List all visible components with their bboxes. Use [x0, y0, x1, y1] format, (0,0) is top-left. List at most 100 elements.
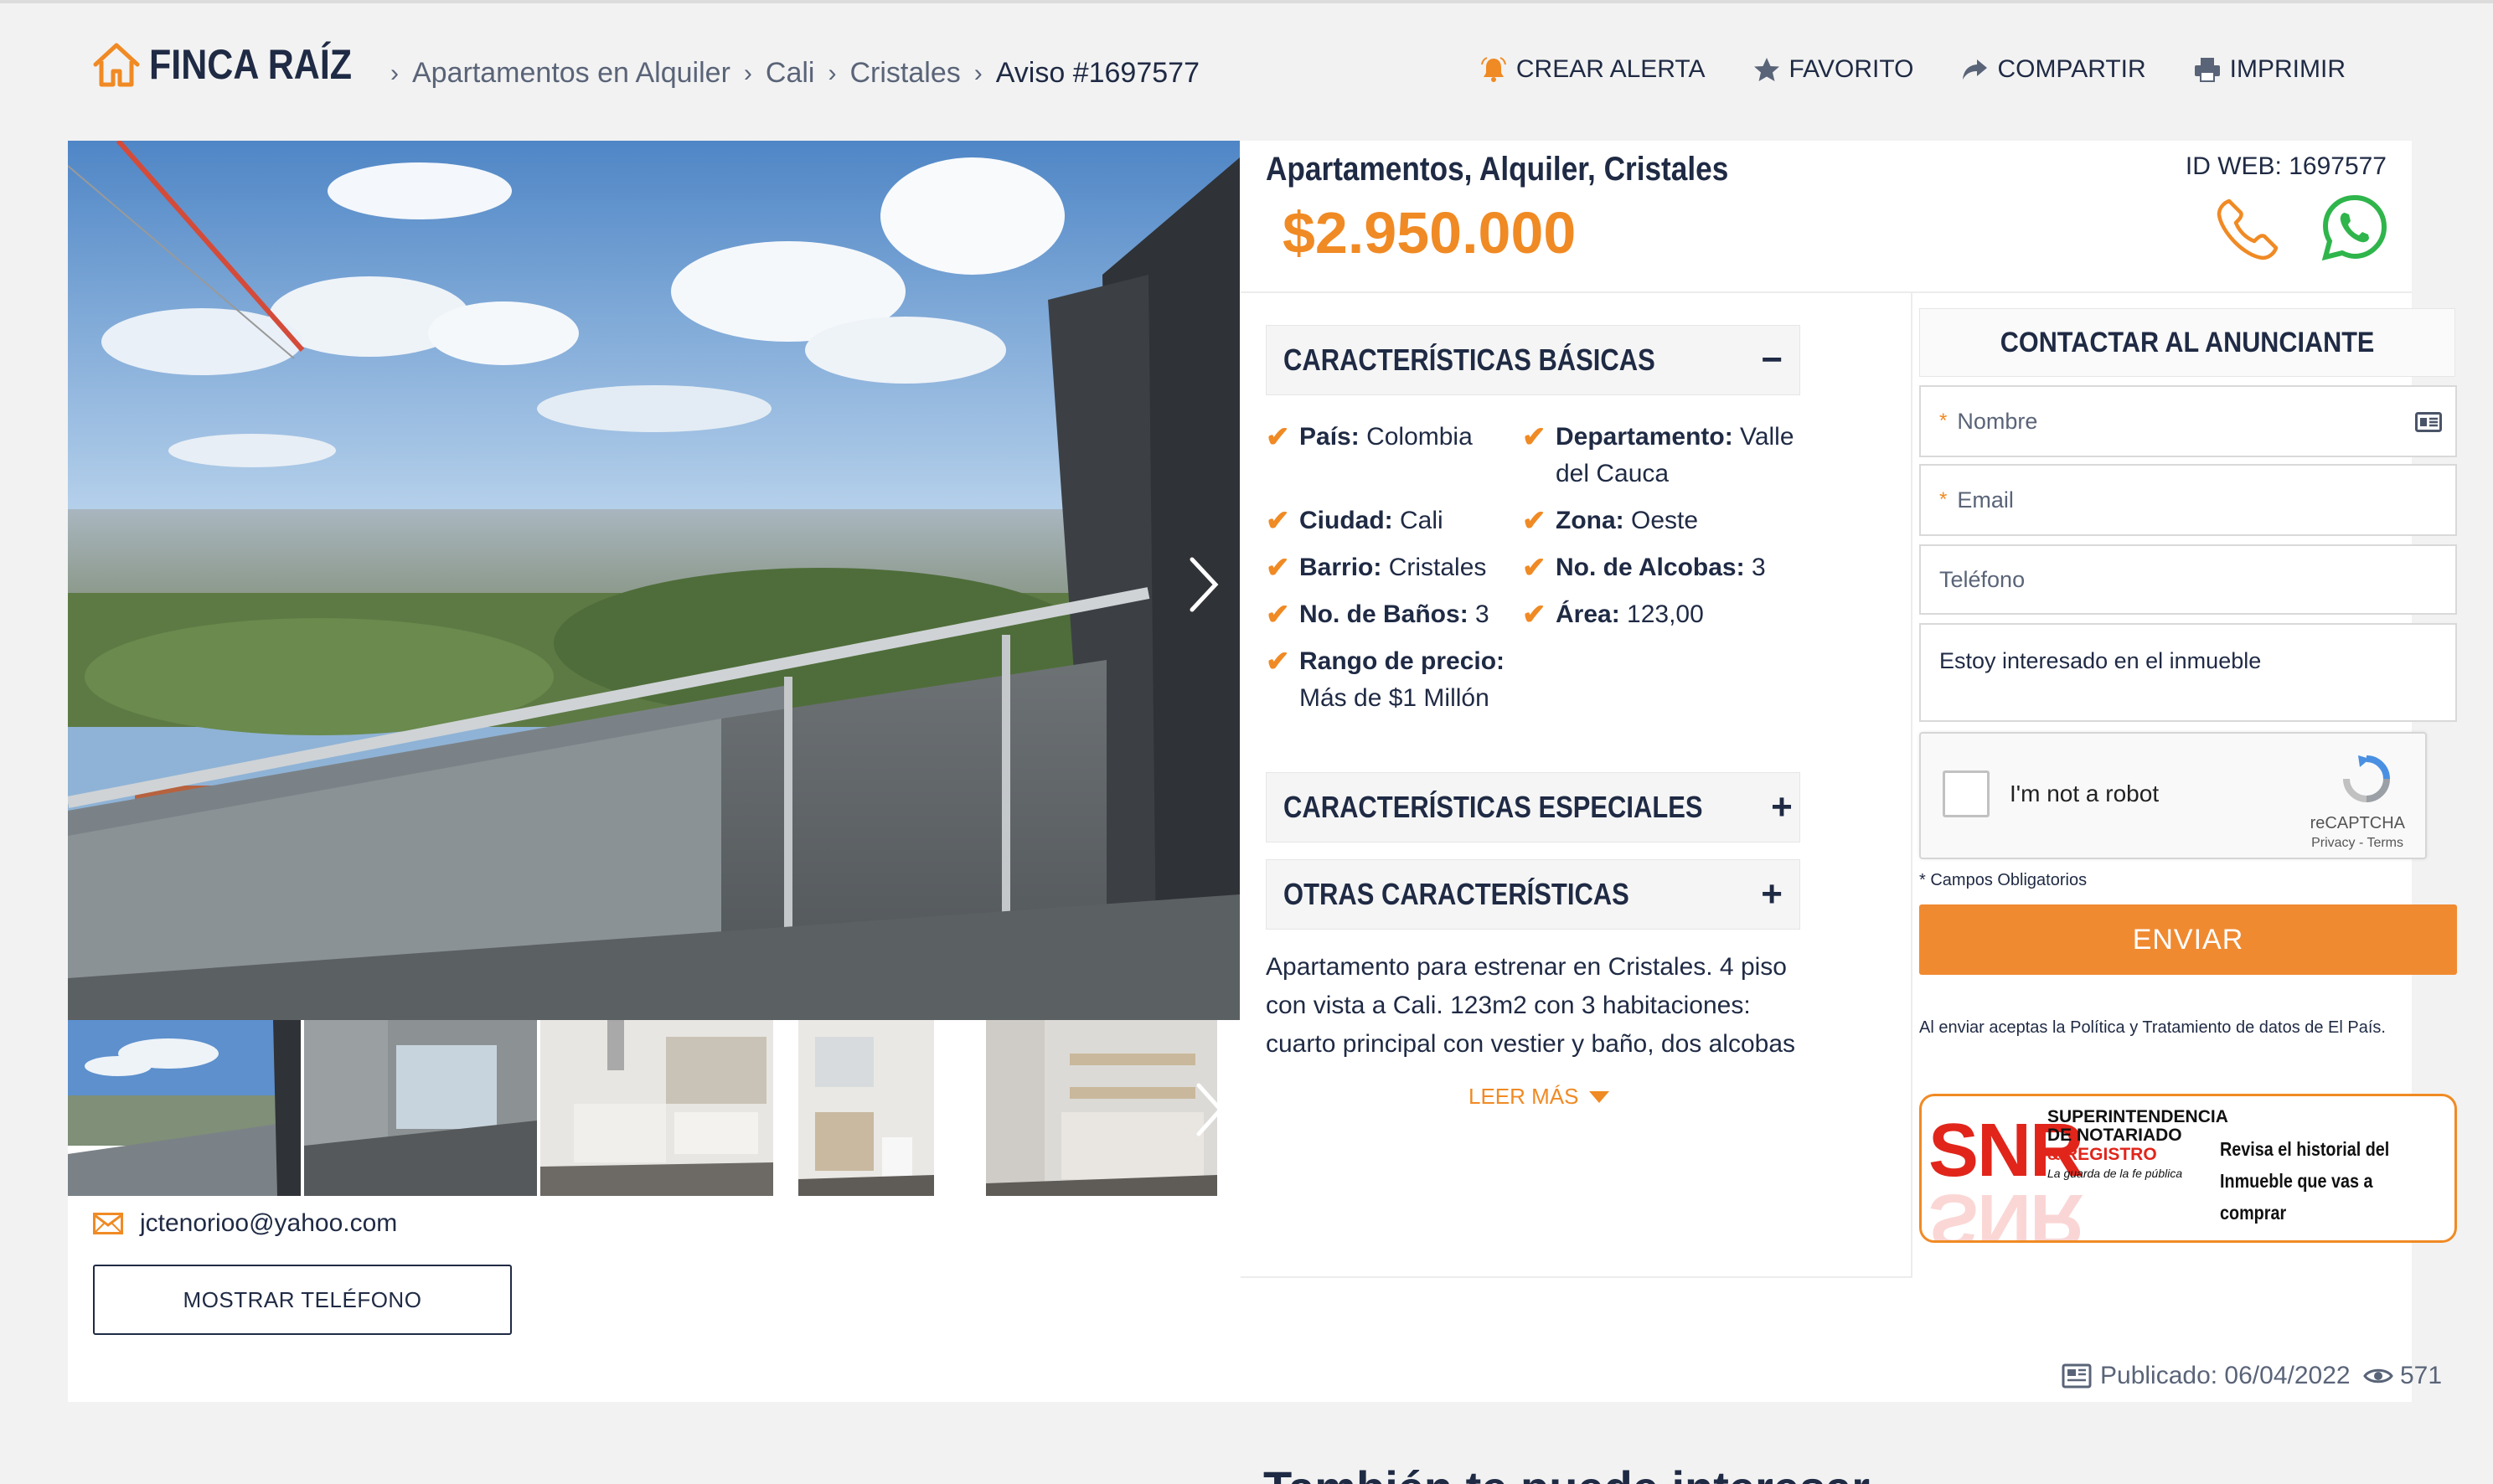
breadcrumb-apartamentos[interactable]: Apartamentos en Alquiler: [412, 57, 730, 90]
print-button[interactable]: IMPRIMIR: [2193, 55, 2346, 84]
share-button[interactable]: COMPARTIR: [1960, 55, 2146, 84]
feature-label: País:: [1299, 423, 1360, 451]
balcony-view-image: [68, 141, 1240, 1020]
feature-label: Rango de precio:: [1299, 647, 1505, 675]
related-heading: También te puede interesar: [1263, 1461, 1870, 1484]
recaptcha-checkbox[interactable]: [1943, 770, 1990, 817]
feature-value: Cali: [1400, 507, 1443, 534]
main-photo[interactable]: [68, 141, 1240, 1020]
thumbnail-1[interactable]: [68, 1020, 301, 1196]
description-text: Apartamento para estrenar en Cristales. …: [1266, 953, 1796, 1058]
phone-placeholder: Teléfono: [1939, 566, 2026, 592]
eye-icon: [2363, 1368, 2393, 1384]
breadcrumb-separator: ›: [828, 59, 837, 87]
message-text: Estoy interesado en el inmueble: [1939, 648, 2262, 673]
newspaper-icon: [2062, 1363, 2092, 1389]
feature-barrio: ✔ Barrio: Cristales: [1266, 549, 1517, 586]
view-count: 571: [2363, 1362, 2442, 1390]
read-more-link[interactable]: LEER MÁS: [1468, 1084, 1609, 1110]
message-textarea[interactable]: Estoy interesado en el inmueble: [1919, 623, 2457, 722]
top-border: [0, 0, 2493, 3]
thumbnail-5[interactable]: [986, 1020, 1217, 1196]
thumbnail-image: [304, 1020, 537, 1196]
name-field[interactable]: * Nombre: [1919, 385, 2457, 457]
thumbnail-image: [68, 1020, 301, 1196]
breadcrumb-current: Aviso #1697577: [995, 57, 1200, 89]
check-icon: ✔: [1266, 646, 1290, 678]
whatsapp-icon[interactable]: [2320, 193, 2390, 263]
feature-value: 123,00: [1627, 600, 1704, 628]
snr-tagline: La guarda de la fe pública: [2047, 1167, 2183, 1180]
required-note: * Campos Obligatorios: [1919, 871, 2088, 889]
snr-side-text: Revisa el historial del Inmueble que vas…: [2220, 1133, 2422, 1229]
check-icon: ✔: [1522, 421, 1546, 453]
house-icon: [93, 43, 140, 87]
thumbnail-4[interactable]: [798, 1020, 934, 1196]
snr-side-line-2: Inmueble que vas a comprar: [2220, 1170, 2373, 1224]
snr-title: SUPERINTENDENCIA DE NOTARIADO: [2047, 1108, 2228, 1145]
feature-label: Zona:: [1556, 507, 1624, 534]
phone-icon[interactable]: [2212, 194, 2283, 265]
accordion-basic[interactable]: CARACTERÍSTICAS BÁSICAS −: [1266, 325, 1800, 395]
thumbnail-3[interactable]: [540, 1020, 773, 1196]
listing-title: Apartamentos, Alquiler, Cristales: [1266, 151, 1729, 188]
share-label: COMPARTIR: [1997, 55, 2146, 83]
feature-ciudad: ✔ Ciudad: Cali: [1266, 502, 1517, 539]
thumbnail-image: [986, 1020, 1217, 1196]
feature-label: Barrio:: [1299, 554, 1382, 581]
check-icon: ✔: [1266, 599, 1290, 631]
share-arrow-icon: [1963, 59, 1988, 80]
feature-rango-precio: ✔ Rango de precio: Más de $1 Millón: [1266, 643, 1517, 717]
accordion-title: OTRAS CARACTERÍSTICAS: [1283, 877, 1629, 911]
recaptcha-widget: I'm not a robot reCAPTCHA Privacy - Term…: [1919, 732, 2427, 859]
privacy-policy-note[interactable]: Al enviar aceptas la Política y Tratamie…: [1919, 1018, 2386, 1038]
required-mark: *: [1939, 410, 1948, 432]
breadcrumb-separator: ›: [973, 59, 983, 87]
chevron-right-icon[interactable]: [1190, 1079, 1227, 1141]
check-icon: ✔: [1266, 421, 1290, 453]
name-placeholder: Nombre: [1957, 408, 2038, 434]
recaptcha-logo-icon: [2343, 755, 2390, 802]
feature-label: No. de Alcobas:: [1556, 554, 1745, 581]
feature-value: 3: [1751, 554, 1766, 581]
snr-line-3: & REGISTRO: [2047, 1145, 2157, 1164]
chevron-right-icon[interactable]: [1182, 551, 1224, 618]
feature-area: ✔ Área: 123,00: [1522, 596, 1807, 633]
feature-pais: ✔ País: Colombia: [1266, 419, 1517, 456]
send-button[interactable]: ENVIAR: [1919, 904, 2457, 975]
accordion-other[interactable]: OTRAS CARACTERÍSTICAS +: [1266, 859, 1800, 930]
breadcrumb-cristales[interactable]: Cristales: [849, 57, 960, 90]
email-field[interactable]: * Email: [1919, 464, 2457, 536]
create-alert-button[interactable]: CREAR ALERTA: [1479, 55, 1706, 84]
listing-card: jctenorioo@yahoo.com MOSTRAR TELÉFONO Ap…: [68, 141, 2457, 1402]
collapse-icon: −: [1761, 339, 1783, 380]
thumbnail-2[interactable]: [304, 1020, 537, 1196]
check-icon: ✔: [1522, 599, 1546, 631]
contact-card-icon: [2415, 412, 2442, 432]
recaptcha-brand: reCAPTCHA: [2310, 814, 2405, 832]
listing-price: $2.950.000: [1283, 200, 1577, 265]
features-column: CARACTERÍSTICAS BÁSICAS − ✔ País: Colomb…: [1241, 293, 1912, 1278]
snr-banner[interactable]: SNR SNR SUPERINTENDENCIA DE NOTARIADO & …: [1919, 1094, 2457, 1243]
accordion-special[interactable]: CARACTERÍSTICAS ESPECIALES +: [1266, 772, 1800, 842]
breadcrumb-separator: ›: [390, 59, 399, 87]
caret-down-icon: [1588, 1090, 1609, 1103]
phone-field[interactable]: Teléfono: [1919, 544, 2457, 615]
show-phone-button[interactable]: MOSTRAR TELÉFONO: [93, 1265, 512, 1335]
snr-line-1: SUPERINTENDENCIA: [2047, 1107, 2228, 1126]
breadcrumb-cali[interactable]: Cali: [766, 57, 815, 90]
recaptcha-links[interactable]: Privacy - Terms: [2311, 836, 2403, 851]
favorite-button[interactable]: FAVORITO: [1752, 55, 1913, 84]
feature-departamento: ✔ Departamento: Valle del Cauca: [1522, 419, 1807, 492]
printer-icon: [2194, 58, 2220, 82]
advertiser-email[interactable]: jctenorioo@yahoo.com: [93, 1209, 397, 1238]
thumbnail-strip: [68, 1020, 1240, 1196]
contact-form-title-text: CONTACTAR AL ANUNCIANTE: [2000, 326, 2375, 358]
feature-value: Oeste: [1631, 507, 1699, 534]
check-icon: ✔: [1266, 552, 1290, 584]
contact-form-title: CONTACTAR AL ANUNCIANTE: [1919, 308, 2455, 377]
feature-label: Ciudad:: [1299, 507, 1393, 534]
expand-icon: +: [1771, 786, 1793, 827]
logo[interactable]: FINCA RAÍZ: [92, 40, 385, 89]
read-more-label: LEER MÁS: [1468, 1084, 1579, 1109]
